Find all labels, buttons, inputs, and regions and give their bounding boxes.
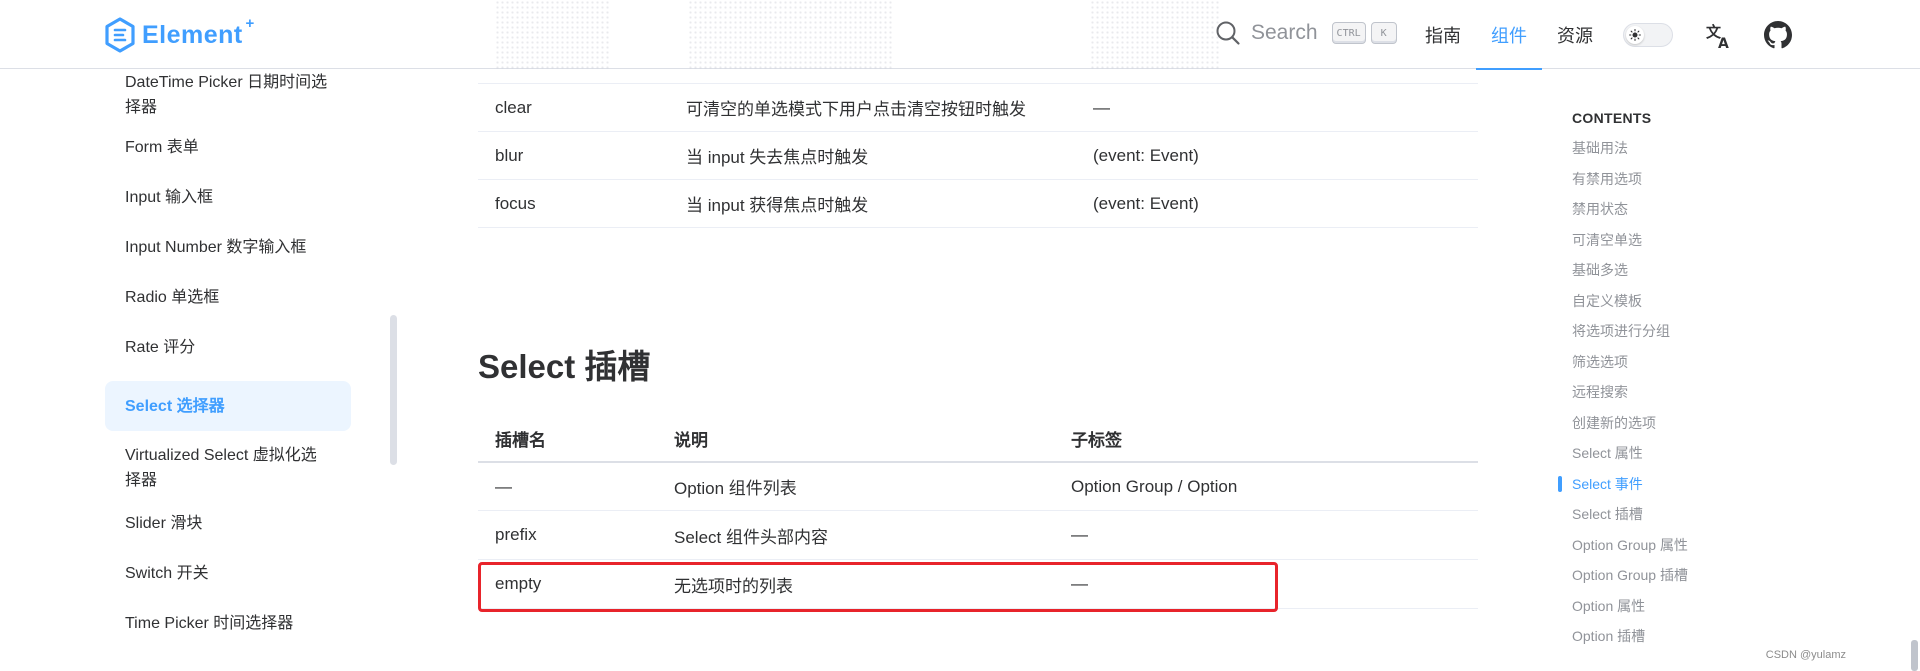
slot-description: Option 组件列表 [674,479,797,498]
sidebar-scrollbar[interactable] [390,315,397,465]
toc-item[interactable]: 筛选选项 [1572,352,1812,383]
table-header: 插槽名 说明 子标签 [478,415,1478,463]
column-header-description: 说明 [674,430,708,450]
search-label: Search [1251,21,1318,44]
element-logo-icon [105,17,135,53]
nav-component[interactable]: 组件 [1476,0,1542,70]
component-sidebar: DateTime Picker 日期时间选择器 Form 表单 Input 输入… [0,70,390,671]
toc-item-label: Select 事件 [1572,475,1643,492]
search-icon [1216,21,1240,45]
column-header-slot-name: 插槽名 [495,430,546,450]
sidebar-item-slider[interactable]: Slider 滑块 [105,508,351,538]
toc-item[interactable]: 自定义模板 [1572,291,1812,322]
sidebar-item-datetime-picker[interactable]: DateTime Picker 日期时间选择器 [105,70,351,120]
toc-item[interactable]: 基础用法 [1572,138,1812,169]
top-header: Element + Search CTRL K 指南 组件 资源 文 A [0,0,1920,70]
table-row: — Option 组件列表 Option Group / Option [478,463,1478,511]
page-scrollbar[interactable] [1911,640,1918,671]
slot-description: Select 组件头部内容 [674,527,828,547]
sidebar-item-time-picker[interactable]: Time Picker 时间选择器 [105,608,351,638]
element-logo[interactable]: Element + [104,15,254,53]
top-nav: 指南 组件 资源 [1410,0,1608,70]
translate-icon[interactable]: 文 A [1705,21,1733,49]
slot-subtags: — [1071,574,1088,593]
event-description: 当 input 获得焦点时触发 [686,196,869,215]
toc-item[interactable]: 可清空单选 [1572,230,1812,261]
slot-description: 无选项时的列表 [674,576,793,596]
nav-resource[interactable]: 资源 [1542,0,1608,69]
search-shortcut: CTRL K [1331,22,1397,44]
toc-item[interactable]: 禁用状态 [1572,199,1812,230]
event-name: blur [495,145,524,165]
event-name: focus [495,193,536,213]
toc-title: CONTENTS [1572,110,1652,126]
slot-name: empty [495,574,542,593]
theme-knob [1626,26,1644,44]
table-row: focus 当 input 获得焦点时触发 (event: Event) [478,180,1478,228]
slot-name: — [495,476,512,496]
table-of-contents: CONTENTS 基础用法 有禁用选项 禁用状态 可清空单选 基础多选 自定义模… [1558,110,1812,657]
sidebar-item-input[interactable]: Input 输入框 [105,182,351,212]
toc-item[interactable]: 基础多选 [1572,260,1812,291]
table-row: prefix Select 组件头部内容 — [478,511,1478,560]
search-button[interactable]: Search CTRL K [1215,20,1397,46]
sun-icon [1629,29,1641,41]
slot-subtags: — [1071,525,1088,544]
event-description: 当 input 失去焦点时触发 [686,148,869,167]
toc-item[interactable]: Option 属性 [1572,596,1812,627]
watermark: CSDN @yulamz [1765,649,1846,661]
sidebar-item-input-number[interactable]: Input Number 数字输入框 [105,232,351,262]
logo-text: Element + [142,15,254,50]
logo-plus: + [245,14,255,32]
toc-item[interactable]: Select 插槽 [1572,504,1812,535]
column-header-subtags: 子标签 [1071,430,1122,450]
logo-word: Element [142,20,243,49]
section-title-select-slots: Select 插槽 [478,348,651,385]
event-params: (event: Event) [1093,193,1199,213]
sidebar-item-virtualized-select[interactable]: Virtualized Select 虚拟化选择器 [105,443,351,493]
toc-item[interactable]: 远程搜索 [1572,382,1812,413]
table-row: empty 无选项时的列表 — [478,560,1478,609]
toc-item-active[interactable]: Select 事件 [1558,474,1812,505]
sidebar-item-form[interactable]: Form 表单 [105,132,351,162]
event-params: (event: Event) [1093,145,1199,165]
event-params: — [1093,97,1110,117]
toc-item[interactable]: Select 属性 [1572,443,1812,474]
event-description: 可清空的单选模式下用户点击清空按钮时触发 [686,100,1026,119]
kbd-ctrl: CTRL [1331,22,1366,44]
sidebar-item-switch[interactable]: Switch 开关 [105,558,351,588]
kbd-k: K [1370,22,1397,44]
toc-item[interactable]: Option Group 插槽 [1572,565,1812,596]
svg-text:A: A [1718,36,1729,49]
toc-item[interactable]: 创建新的选项 [1572,413,1812,444]
slot-name: prefix [495,525,537,544]
nav-guide[interactable]: 指南 [1410,0,1476,69]
toc-item[interactable]: 有禁用选项 [1572,169,1812,200]
sidebar-item-radio[interactable]: Radio 单选框 [105,282,351,312]
event-name: clear [495,97,532,117]
blurred-area [688,0,893,69]
sidebar-item-rate[interactable]: Rate 评分 [105,332,351,362]
theme-toggle[interactable] [1623,23,1673,47]
table-row: clear 可清空的单选模式下用户点击清空按钮时触发 — [478,84,1478,132]
github-icon[interactable] [1764,21,1792,49]
table-row: blur 当 input 失去焦点时触发 (event: Event) [478,132,1478,180]
toc-item[interactable]: Option Group 属性 [1572,535,1812,566]
slot-subtags: Option Group / Option [1071,476,1238,496]
sidebar-item-select[interactable]: Select 选择器 [105,381,351,431]
blurred-area [1090,0,1220,69]
toc-active-marker [1558,475,1562,492]
toc-item[interactable]: 将选项进行分组 [1572,321,1812,352]
blurred-area [495,0,610,69]
